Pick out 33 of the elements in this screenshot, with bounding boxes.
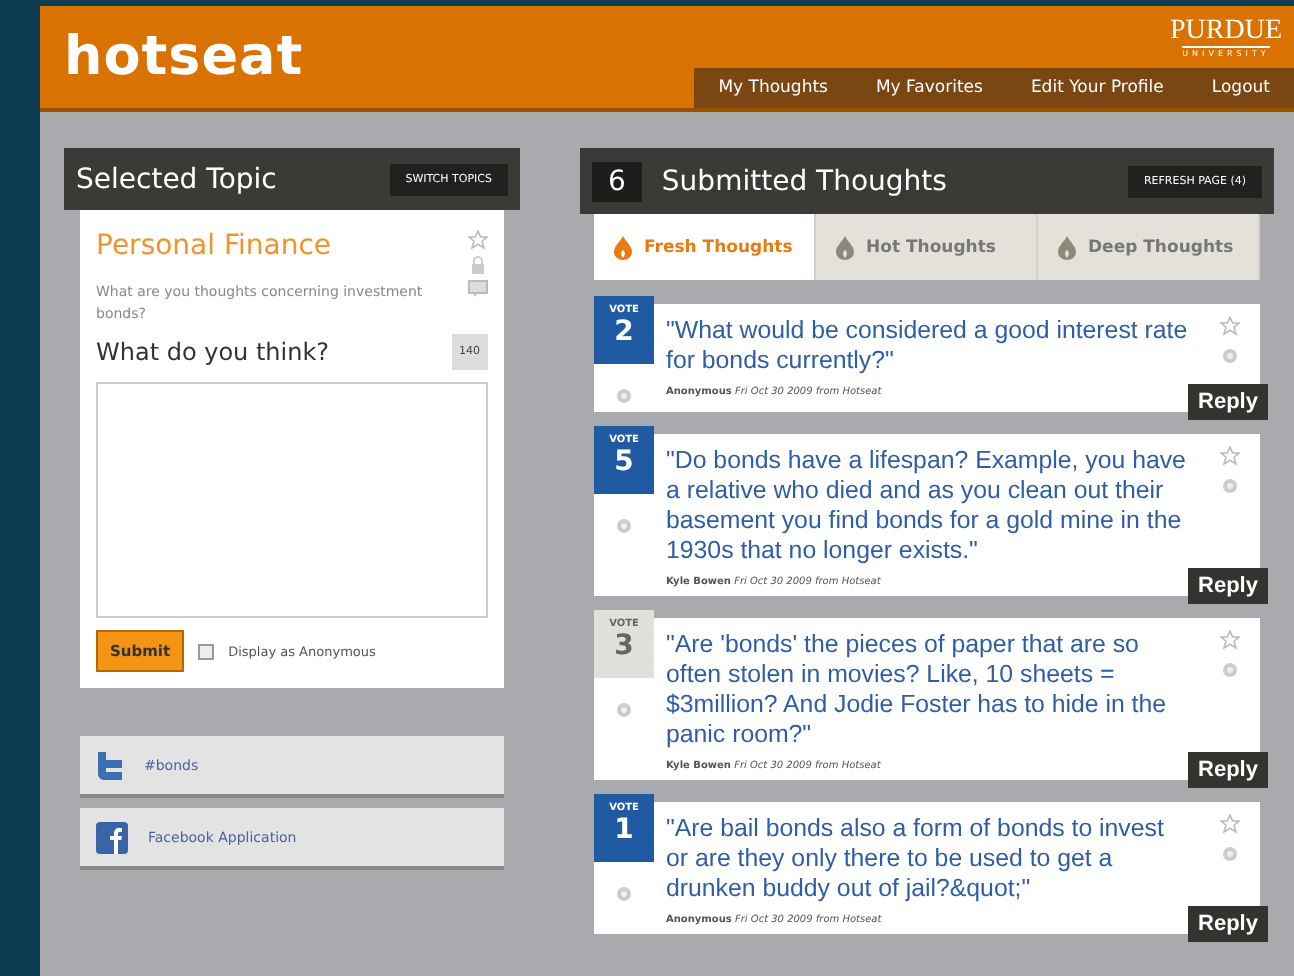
checkbox[interactable] <box>198 643 215 659</box>
logo: hotseat <box>64 26 304 88</box>
star-icon[interactable] <box>468 230 488 250</box>
star-icon[interactable] <box>1220 814 1240 834</box>
nav-link[interactable]: My Favorites <box>851 68 1007 108</box>
lock-icon[interactable] <box>470 256 486 274</box>
bird-logo-icon <box>96 749 124 781</box>
comment-icon[interactable] <box>468 280 488 298</box>
flame-icon <box>614 235 632 259</box>
university-logo: PURDUE <box>1169 18 1282 46</box>
thought-text: "Do bonds have a lifespan? Example, you have a relative who died and as you clean out their basement you find bonds for a gold mine in the 1930s that no longer exists." <box>666 446 1188 566</box>
panel-title: Selected Topic <box>76 163 277 195</box>
thought-text: "Are 'bonds' the pieces of paper that are so often stolen in movies? Like, 10 sheets = $3million? And Jodie Foster has to hide in the panic room?" <box>666 630 1169 750</box>
thought-text: "What would be considered a good interest rate for bonds currently?" <box>666 316 1190 376</box>
reply-button[interactable]: Reply <box>1188 906 1268 942</box>
thought-text: "Are bail bonds also a form of bonds to invest or are they only there to be used to get a drunken buddy out of jail?&quot;" <box>666 814 1166 904</box>
star-icon[interactable] <box>1220 446 1240 466</box>
thought-input[interactable] <box>96 382 488 618</box>
panel-title: Submitted Thoughts <box>661 165 947 197</box>
thought-count: 6 <box>592 161 642 201</box>
flame-icon <box>1058 235 1076 259</box>
nav-link[interactable]: Logout <box>1187 68 1294 108</box>
reply-button[interactable]: Reply <box>1188 568 1268 604</box>
topic-title: Personal Finance <box>96 230 334 262</box>
star-icon[interactable] <box>1220 316 1240 336</box>
facebook-icon <box>96 821 128 853</box>
reply-button[interactable]: Reply <box>1188 384 1268 420</box>
reply-button[interactable]: Reply <box>1188 752 1268 788</box>
prompt-label: What do you think? <box>96 338 330 366</box>
star-icon[interactable] <box>1220 630 1240 650</box>
flame-icon <box>836 235 854 259</box>
nav-link[interactable]: My Thoughts <box>694 68 852 108</box>
nav-link[interactable]: Edit Your Profile <box>1006 68 1188 108</box>
